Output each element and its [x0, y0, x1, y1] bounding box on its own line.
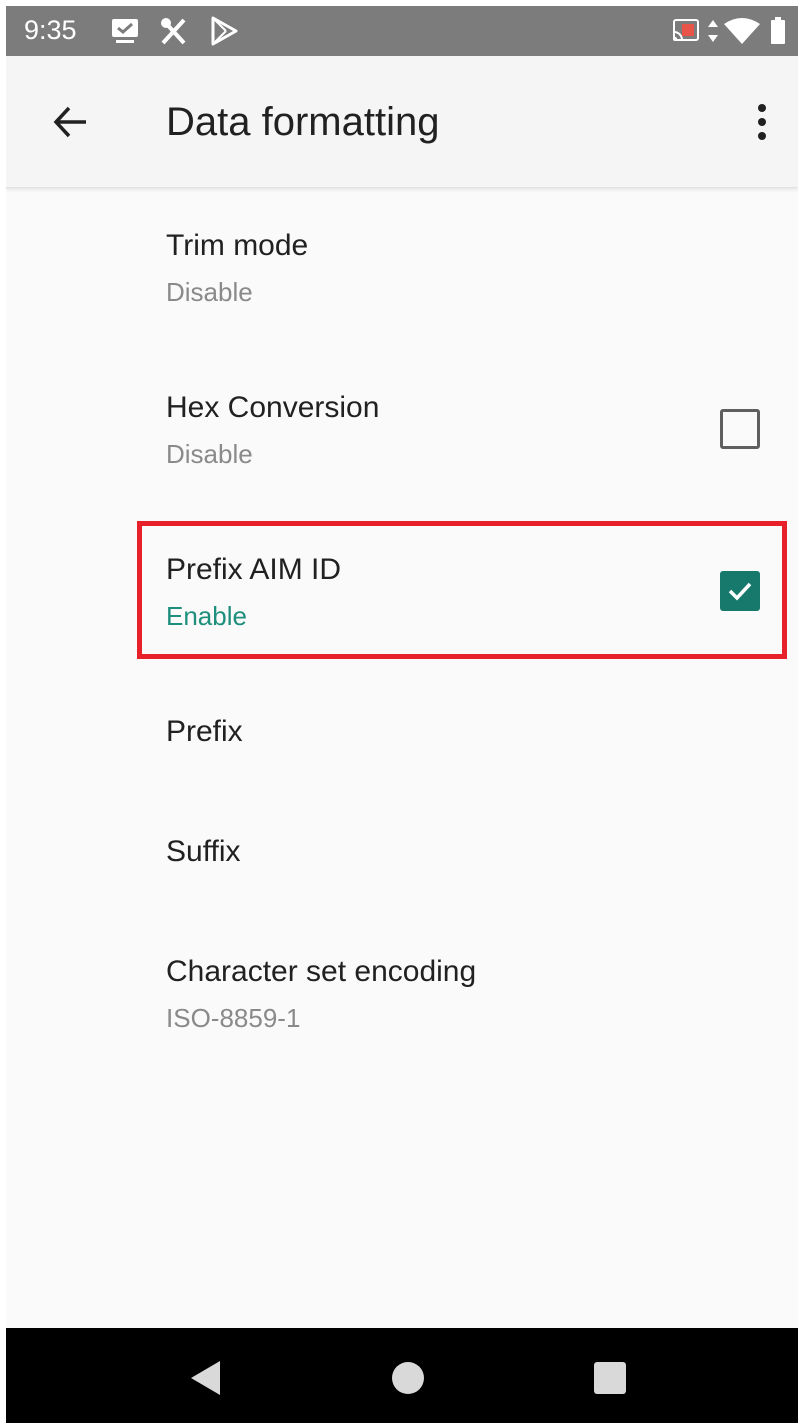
status-bar: 9:35 5 [6, 6, 798, 56]
prefix-aim-id-checkbox[interactable] [720, 571, 760, 611]
preference-list: Trim mode Disable Hex Conversion Disable… [6, 189, 798, 1077]
more-vert-icon [758, 104, 766, 140]
message-icon [110, 16, 142, 46]
page-title: Data formatting [166, 100, 440, 144]
wifi-icon: 5 [722, 16, 762, 47]
device-screen: 9:35 5 Data formatting Trim mode Disable… [6, 6, 798, 1423]
pref-hex-conversion[interactable]: Hex Conversion Disable [6, 351, 798, 513]
more-options-button[interactable] [742, 94, 782, 150]
pref-trim-mode[interactable]: Trim mode Disable [6, 189, 798, 351]
pref-prefix-aim-id[interactable]: Prefix AIM ID Enable [6, 513, 798, 675]
play-store-icon [208, 16, 240, 46]
checkmark-icon [728, 582, 752, 601]
navigation-bar [6, 1328, 798, 1423]
pref-title: Suffix [166, 835, 241, 868]
pref-summary: Disable [166, 439, 253, 469]
pref-title: Prefix [166, 715, 243, 748]
pref-suffix[interactable]: Suffix [6, 795, 798, 915]
pref-title: Trim mode [166, 229, 309, 262]
pref-summary: Disable [166, 277, 253, 307]
pref-title: Character set encoding [166, 955, 477, 988]
data-arrows-icon [706, 16, 720, 46]
pref-summary: ISO-8859-1 [166, 1003, 301, 1033]
arrow-back-icon [53, 106, 86, 138]
status-time: 9:35 [24, 15, 77, 45]
wifi-badge: 5 [748, 34, 755, 46]
home-circle-icon [392, 1362, 424, 1394]
pref-prefix[interactable]: Prefix [6, 675, 798, 795]
nav-home-button[interactable] [388, 1358, 428, 1398]
pref-title: Prefix AIM ID [166, 553, 342, 586]
cast-icon [670, 16, 702, 46]
tools-icon [158, 16, 190, 46]
pref-summary: Enable [166, 601, 247, 631]
recents-square-icon [594, 1362, 626, 1394]
hex-conversion-checkbox[interactable] [720, 409, 760, 449]
pref-title: Hex Conversion [166, 391, 380, 424]
battery-icon [768, 16, 788, 46]
app-bar: Data formatting [6, 56, 798, 188]
back-button[interactable] [42, 94, 98, 150]
back-triangle-icon [191, 1361, 220, 1395]
nav-back-button[interactable] [186, 1358, 226, 1398]
pref-character-set-encoding[interactable]: Character set encoding ISO-8859-1 [6, 915, 798, 1077]
nav-recents-button[interactable] [590, 1358, 630, 1398]
